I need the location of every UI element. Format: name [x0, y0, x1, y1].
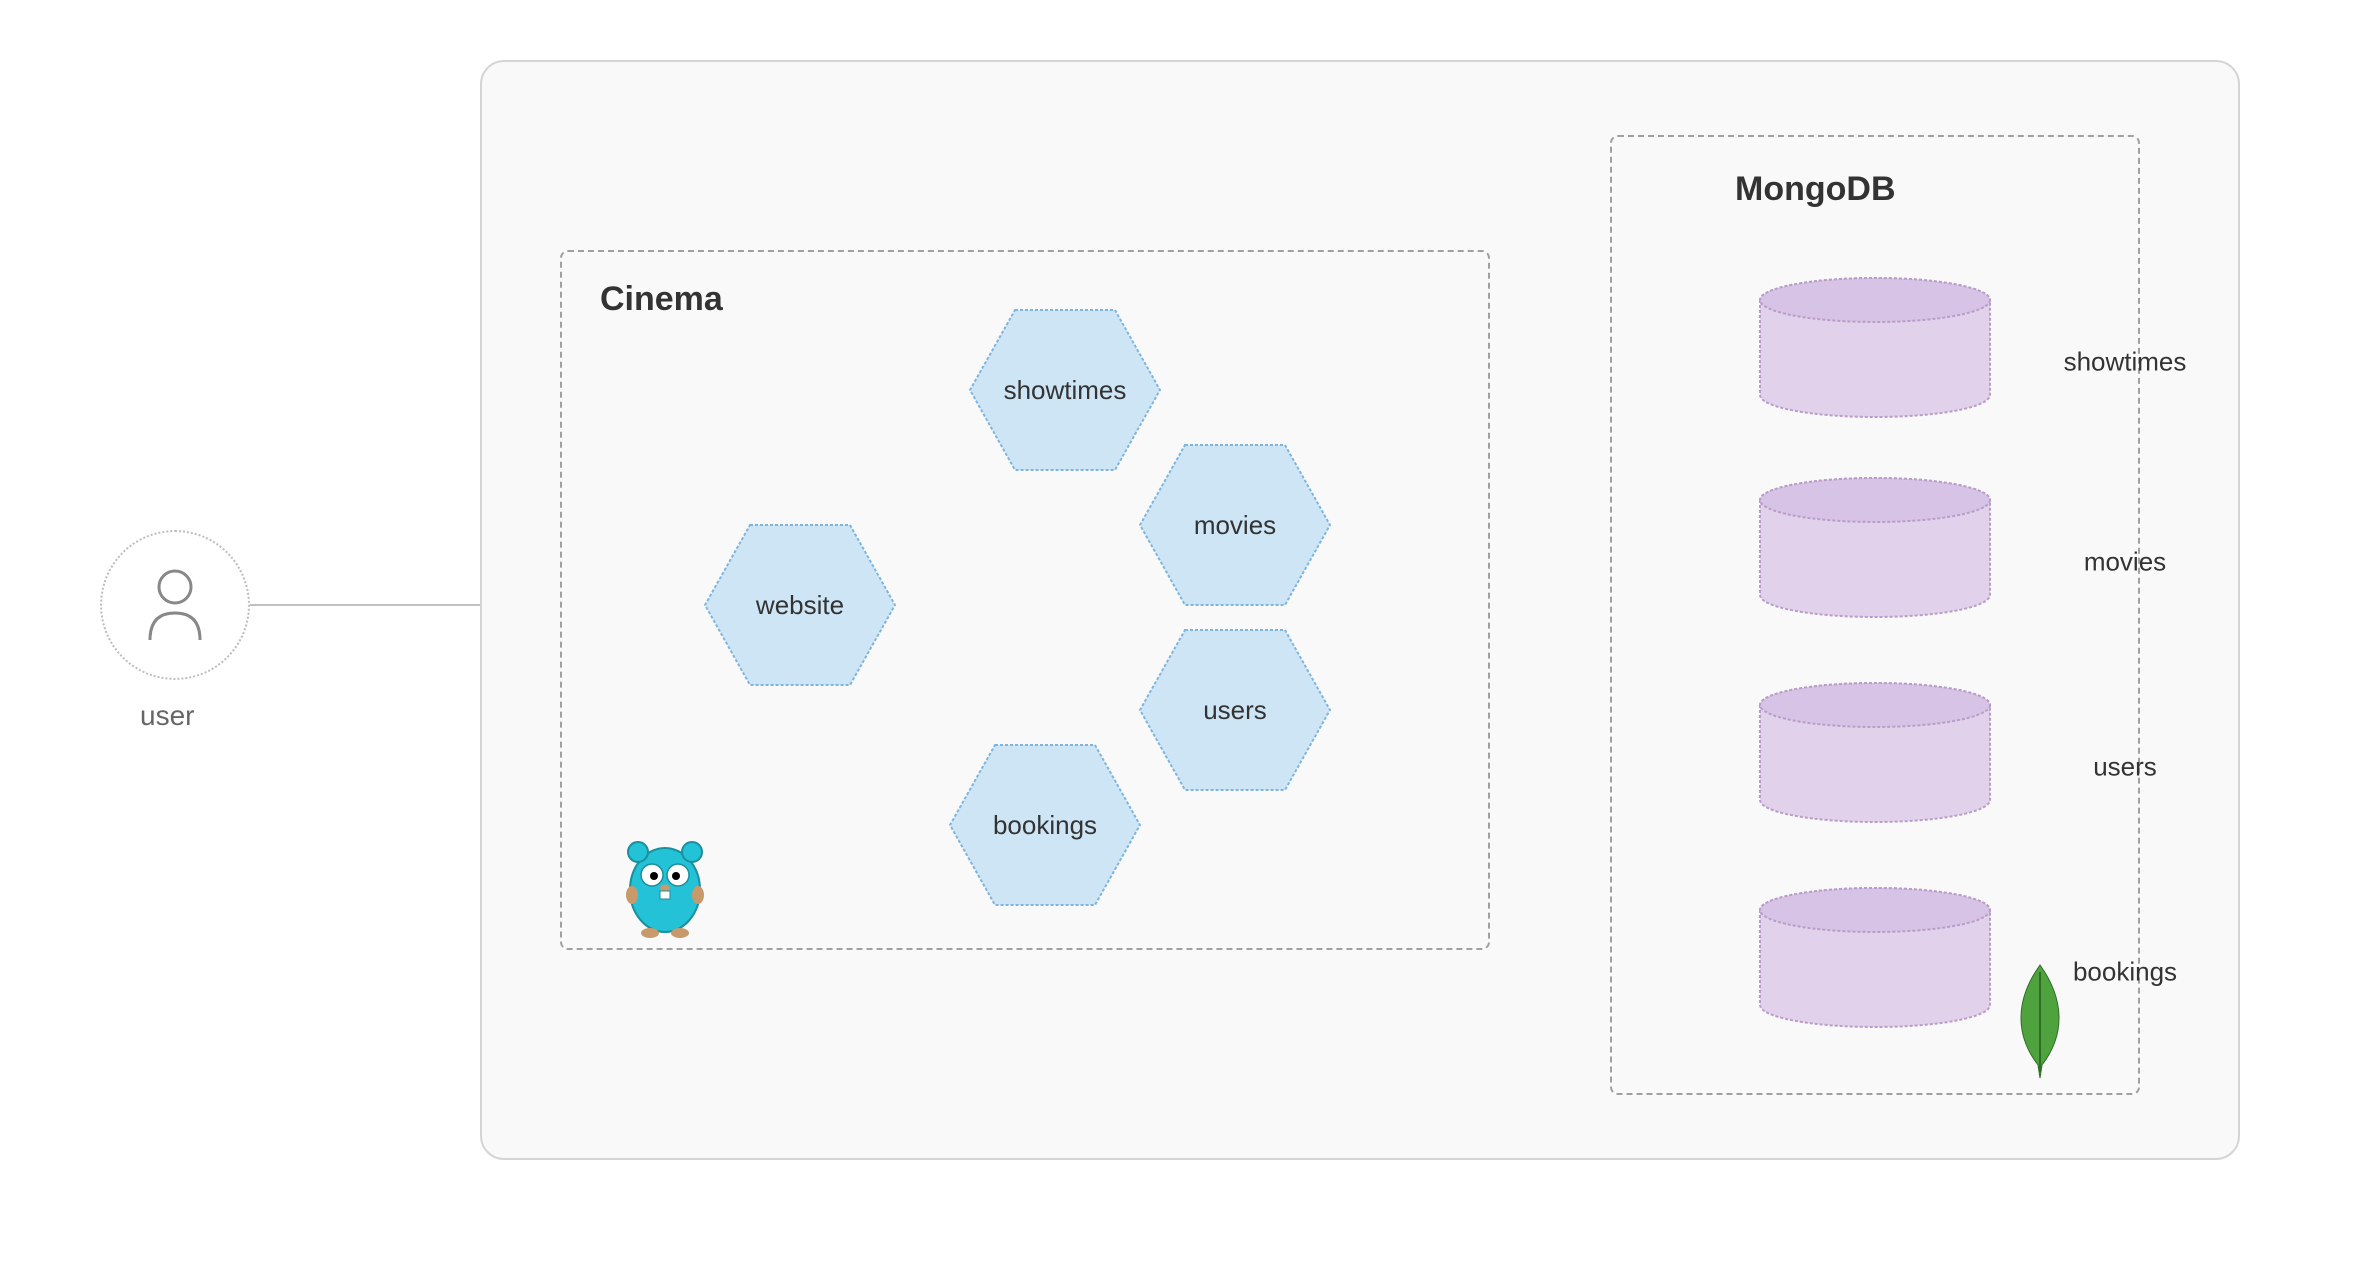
db-cylinder-bookings: bookings [1750, 885, 2000, 1030]
diagram-canvas: user Cinema MongoDB website showtimes mo… [0, 0, 2360, 1280]
user-icon [140, 565, 210, 645]
service-hex-movies: movies [1135, 440, 1335, 610]
service-hex-users: users [1135, 625, 1335, 795]
service-label-showtimes: showtimes [1004, 375, 1127, 406]
db-cylinder-users: users [1750, 680, 2000, 825]
go-gopher-icon [620, 830, 710, 940]
db-cylinder-movies: movies [1750, 475, 2000, 620]
service-label-website: website [756, 590, 844, 621]
service-hex-bookings: bookings [945, 740, 1145, 910]
mongodb-title-label: MongoDB [1735, 170, 1896, 209]
user-actor-circle [100, 530, 250, 680]
service-label-movies: movies [1194, 510, 1276, 541]
db-label-showtimes: showtimes [2000, 347, 2250, 378]
service-label-users: users [1203, 695, 1267, 726]
service-hex-website: website [700, 520, 900, 690]
cinema-title-label: Cinema [600, 280, 723, 319]
db-label-movies: movies [2000, 547, 2250, 578]
db-label-users: users [2000, 752, 2250, 783]
db-label-bookings: bookings [2000, 957, 2250, 988]
service-label-bookings: bookings [993, 810, 1097, 841]
db-cylinder-showtimes: showtimes [1750, 275, 2000, 420]
user-actor-label: user [140, 700, 194, 732]
